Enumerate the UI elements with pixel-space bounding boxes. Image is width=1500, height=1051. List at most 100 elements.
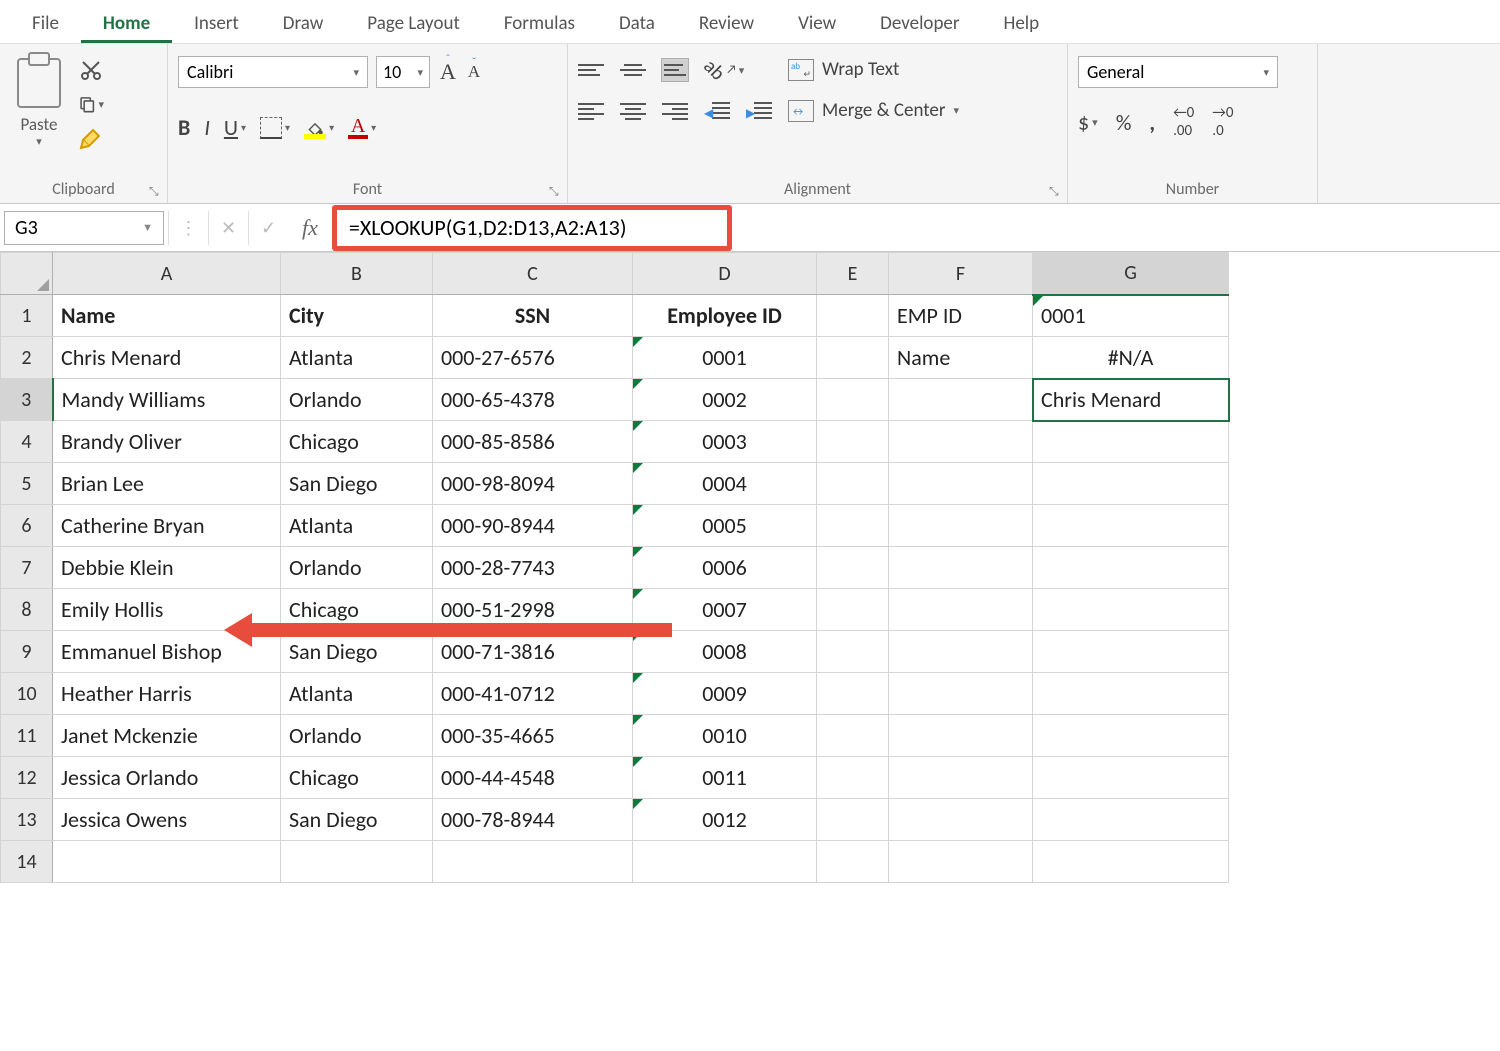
align-right-button[interactable] [662,100,688,122]
tab-draw[interactable]: Draw [261,2,345,43]
cell[interactable]: 0001 [1033,295,1229,337]
cell[interactable]: 0004 [633,463,817,505]
decrease-indent-button[interactable]: ◀ [704,100,730,122]
accounting-format-button[interactable]: $▾ [1078,109,1098,136]
row-header[interactable]: 4 [1,421,53,463]
number-format-dropdown[interactable]: General▾ [1078,56,1278,88]
cell[interactable]: 0002 [633,379,817,421]
col-header-c[interactable]: C [433,253,633,295]
cell[interactable]: Atlanta [281,337,433,379]
cell-selected[interactable]: Chris Menard [1033,379,1229,421]
cell[interactable] [889,421,1033,463]
row-header[interactable]: 1 [1,295,53,337]
tab-review[interactable]: Review [677,2,776,43]
font-name-dropdown[interactable]: Calibri▾ [178,56,368,88]
row-header[interactable]: 10 [1,673,53,715]
tab-view[interactable]: View [776,2,858,43]
cell[interactable] [1033,463,1229,505]
cell[interactable] [1033,631,1229,673]
alignment-launcher[interactable]: ⤡ [1049,185,1063,199]
align-bottom-button[interactable] [662,59,688,81]
cell[interactable] [889,631,1033,673]
cell[interactable]: 000-35-4665 [433,715,633,757]
format-painter-button[interactable] [78,126,104,150]
cell[interactable]: 000-28-7743 [433,547,633,589]
underline-button[interactable]: U▾ [224,114,246,141]
comma-format-button[interactable]: , [1149,109,1155,136]
cell[interactable] [1033,421,1229,463]
cell[interactable]: Chicago [281,421,433,463]
align-left-button[interactable] [578,100,604,122]
wrap-text-button[interactable]: ab↵ Wrap Text [788,58,959,81]
cell[interactable] [889,841,1033,883]
col-header-d[interactable]: D [633,253,817,295]
cell[interactable] [1033,673,1229,715]
cell[interactable]: Name [53,295,281,337]
cell[interactable] [817,673,889,715]
cell[interactable]: City [281,295,433,337]
align-middle-button[interactable] [620,59,646,81]
enter-formula-button[interactable]: ✓ [248,211,288,245]
merge-center-button[interactable]: ↔ Merge & Center ▾ [788,99,959,122]
cell[interactable] [889,757,1033,799]
row-header[interactable]: 7 [1,547,53,589]
copy-button[interactable]: ▾ [78,92,104,116]
formula-menu-button[interactable]: ⋮ [168,211,208,245]
cell[interactable]: Chicago [281,757,433,799]
insert-function-button[interactable]: fx [288,215,332,241]
col-header-b[interactable]: B [281,253,433,295]
select-all-button[interactable] [1,253,53,295]
cell[interactable]: #N/A [1033,337,1229,379]
row-header[interactable]: 13 [1,799,53,841]
cell[interactable] [889,589,1033,631]
name-box[interactable]: G3▼ [4,211,164,245]
cell[interactable]: 0006 [633,547,817,589]
tab-data[interactable]: Data [597,2,677,43]
cell[interactable]: 000-41-0712 [433,673,633,715]
cell[interactable]: Orlando [281,379,433,421]
cell[interactable] [1033,841,1229,883]
cell[interactable] [1033,799,1229,841]
cell[interactable]: 000-85-8586 [433,421,633,463]
formula-input[interactable]: =XLOOKUP(G1,D2:D13,A2:A13) [332,204,1500,252]
cell[interactable] [817,757,889,799]
increase-indent-button[interactable]: ▶ [746,100,772,122]
cell[interactable] [889,673,1033,715]
cell[interactable]: 000-44-4548 [433,757,633,799]
row-header[interactable]: 9 [1,631,53,673]
cell[interactable] [817,547,889,589]
cell[interactable]: Debbie Klein [53,547,281,589]
cell[interactable]: SSN [433,295,633,337]
row-header[interactable]: 6 [1,505,53,547]
cell[interactable]: Catherine Bryan [53,505,281,547]
decrease-font-size-button[interactable]: Aˇ [466,62,482,82]
cell[interactable] [281,841,433,883]
fill-color-button[interactable]: ▾ [304,117,334,139]
cell[interactable] [817,337,889,379]
font-color-button[interactable]: A▾ [348,117,376,139]
cell[interactable]: Janet Mckenzie [53,715,281,757]
cell[interactable] [817,463,889,505]
cell[interactable]: 0010 [633,715,817,757]
col-header-e[interactable]: E [817,253,889,295]
tab-insert[interactable]: Insert [172,2,261,43]
cell[interactable]: Name [889,337,1033,379]
cell[interactable] [1033,547,1229,589]
cell[interactable]: Jessica Owens [53,799,281,841]
cell[interactable]: 000-98-8094 [433,463,633,505]
cell[interactable]: Orlando [281,547,433,589]
cell[interactable]: Heather Harris [53,673,281,715]
cut-button[interactable] [78,58,104,82]
cell[interactable] [817,799,889,841]
cell[interactable]: Employee ID [633,295,817,337]
cell[interactable] [1033,589,1229,631]
increase-font-size-button[interactable]: Aˆ [438,59,458,85]
cell[interactable] [53,841,281,883]
cell[interactable]: Chris Menard [53,337,281,379]
cell[interactable]: 0003 [633,421,817,463]
cell[interactable] [889,715,1033,757]
cell[interactable] [889,379,1033,421]
cell[interactable] [889,547,1033,589]
cell[interactable] [817,295,889,337]
borders-button[interactable]: ▾ [260,117,290,139]
